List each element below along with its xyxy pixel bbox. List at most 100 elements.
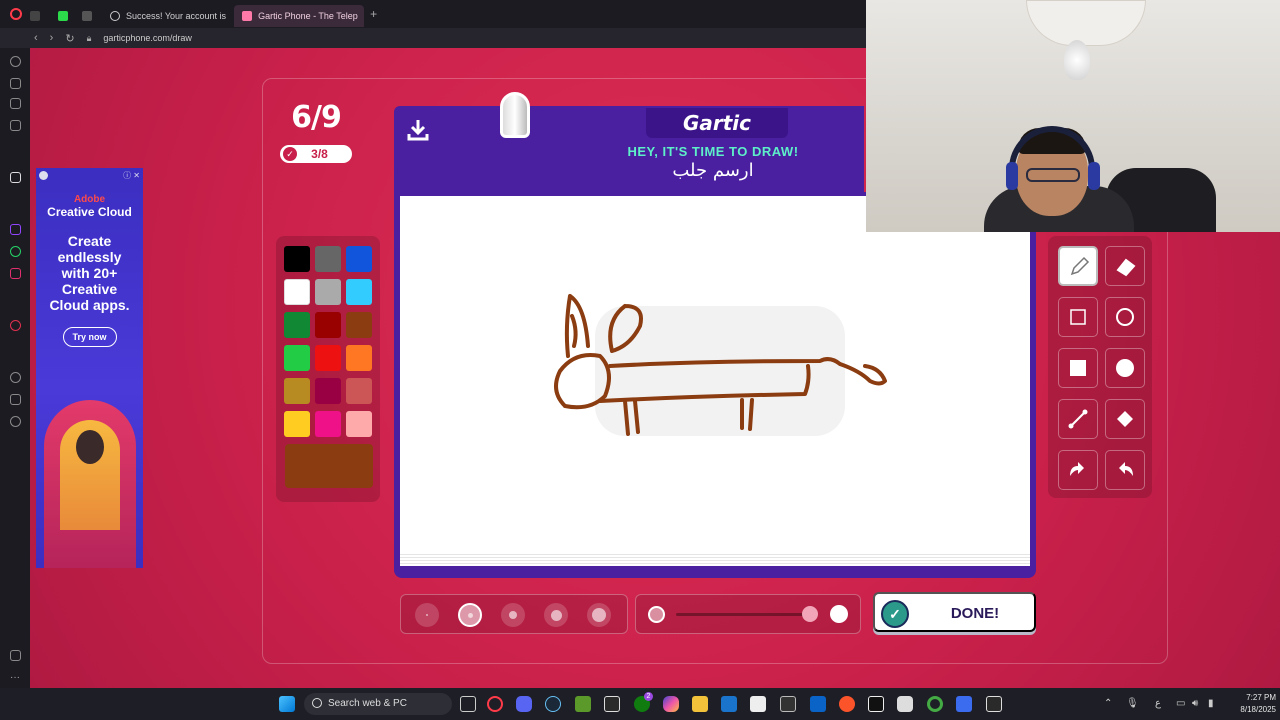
ad-cta-button[interactable]: Try now xyxy=(62,327,117,347)
unity-icon[interactable] xyxy=(780,696,796,712)
browser-sidebar: ··· xyxy=(0,48,30,688)
history-icon[interactable] xyxy=(10,372,21,383)
brush-size-option[interactable] xyxy=(587,603,611,627)
instagram-icon[interactable] xyxy=(10,268,21,279)
players-done-count: 3/8 xyxy=(311,147,328,161)
whatsapp-icon[interactable] xyxy=(10,246,21,257)
task-view-icon[interactable] xyxy=(460,696,476,712)
store-icon[interactable] xyxy=(750,696,766,712)
brush-size-option[interactable] xyxy=(544,603,568,627)
sidebar-stripes-icon[interactable] xyxy=(10,98,21,109)
network-icon[interactable]: ▭ xyxy=(1176,698,1185,709)
outlook-icon[interactable] xyxy=(810,696,826,712)
color-swatch[interactable] xyxy=(346,279,372,305)
volume-icon[interactable]: 🔊︎ xyxy=(1192,698,1198,709)
brush-size-option[interactable] xyxy=(415,603,439,627)
eraser-tool-button[interactable] xyxy=(1105,246,1145,286)
undo-tool-button[interactable] xyxy=(1058,450,1098,490)
tab-1[interactable] xyxy=(22,5,54,27)
redo-tool-button[interactable] xyxy=(1105,450,1145,490)
tab-favicon-icon xyxy=(58,10,68,21)
brave-icon[interactable] xyxy=(839,696,855,712)
player-icon[interactable] xyxy=(10,320,21,331)
download-icon[interactable] xyxy=(404,116,432,144)
discord-icon[interactable] xyxy=(516,696,532,712)
line-tool-button[interactable] xyxy=(1058,399,1098,439)
sidebar-bag-icon[interactable] xyxy=(10,78,21,89)
color-swatch[interactable] xyxy=(284,345,310,371)
minecraft-icon[interactable] xyxy=(575,696,591,712)
opera-logo-icon[interactable] xyxy=(10,8,22,20)
roblox-icon[interactable] xyxy=(956,696,972,712)
color-swatch[interactable] xyxy=(346,378,372,404)
gx-icon[interactable] xyxy=(10,650,21,661)
copilot-icon[interactable] xyxy=(663,696,679,712)
url-field[interactable]: garticphone.com/draw xyxy=(103,33,192,43)
color-swatch[interactable] xyxy=(315,246,341,272)
color-swatch[interactable] xyxy=(346,345,372,371)
taskbar-search[interactable]: Search web & PC xyxy=(304,693,452,715)
circle-outline-tool-button[interactable] xyxy=(1105,297,1145,337)
color-swatch[interactable] xyxy=(315,378,341,404)
sidebar-m-icon[interactable] xyxy=(10,120,21,131)
vscode-icon[interactable] xyxy=(721,696,737,712)
ad-choices-icon[interactable]: ⓘ ✕ xyxy=(123,170,140,181)
color-swatch[interactable] xyxy=(346,246,372,272)
tab-gartic[interactable]: Gartic Phone - The Telep xyxy=(234,4,365,27)
brush-size-option[interactable] xyxy=(458,603,482,627)
tab-2[interactable] xyxy=(54,5,78,27)
tab-success[interactable]: Success! Your account is xyxy=(102,5,234,27)
color-swatch[interactable] xyxy=(346,411,372,437)
color-swatch[interactable] xyxy=(315,312,341,338)
brush-size-option[interactable] xyxy=(501,603,525,627)
extensions-icon[interactable] xyxy=(10,394,21,405)
fill-tool-button[interactable] xyxy=(1105,399,1145,439)
epic-games-2-icon[interactable] xyxy=(986,696,1002,712)
sidebar-aria-icon[interactable] xyxy=(10,56,21,67)
color-swatch[interactable] xyxy=(284,411,310,437)
back-icon[interactable]: ‹ xyxy=(34,32,38,44)
color-swatch[interactable] xyxy=(284,378,310,404)
color-swatch[interactable] xyxy=(284,312,310,338)
tab-3[interactable] xyxy=(78,5,102,27)
color-swatch[interactable] xyxy=(346,312,372,338)
color-swatch[interactable] xyxy=(315,411,341,437)
settings-icon[interactable] xyxy=(10,416,21,427)
adobe-ad[interactable]: ⓘ ✕ Adobe Creative Cloud Create endlessl… xyxy=(36,168,143,568)
capcut-icon[interactable] xyxy=(868,696,884,712)
tray-chevron-icon[interactable]: ⌃ xyxy=(1104,698,1112,709)
steam-icon[interactable] xyxy=(545,696,561,712)
sidebar-arrow-icon[interactable] xyxy=(10,172,21,183)
file-explorer-icon[interactable] xyxy=(692,696,708,712)
epic-games-icon[interactable] xyxy=(604,696,620,712)
streamlabs-icon[interactable] xyxy=(897,696,913,712)
color-swatch[interactable] xyxy=(284,279,310,305)
color-swatch[interactable] xyxy=(315,279,341,305)
pencil-tool-button[interactable] xyxy=(1058,246,1098,286)
opacity-slider[interactable] xyxy=(635,594,861,634)
microphone-icon[interactable]: 🎙︎ xyxy=(1126,698,1139,709)
twitch-icon[interactable] xyxy=(10,224,21,235)
new-tab-button[interactable]: + xyxy=(370,7,377,21)
color-swatch[interactable] xyxy=(284,246,310,272)
opacity-track[interactable] xyxy=(676,613,816,616)
forward-icon[interactable]: › xyxy=(50,32,54,44)
done-button[interactable]: ✓ DONE! xyxy=(873,592,1036,632)
chrome-icon[interactable] xyxy=(927,696,943,712)
gartic-logo: Gartic xyxy=(646,108,788,138)
taskbar-clock[interactable]: 7:27 PM 8/18/2025 xyxy=(1222,692,1276,716)
circle-filled-tool-button[interactable] xyxy=(1105,348,1145,388)
windows-start-icon[interactable] xyxy=(279,696,295,712)
input-language[interactable]: ع xyxy=(1155,698,1161,709)
lock-icon: 🔒︎ xyxy=(86,32,92,43)
opacity-handle[interactable] xyxy=(802,606,818,622)
drawing-canvas[interactable] xyxy=(400,196,1030,556)
color-swatch[interactable] xyxy=(315,345,341,371)
ad-headline: Create endlessly with 20+ Creative Cloud… xyxy=(49,233,130,313)
rect-outline-tool-button[interactable] xyxy=(1058,297,1098,337)
battery-icon[interactable]: ▮ xyxy=(1208,698,1214,709)
more-icon[interactable]: ··· xyxy=(10,672,20,683)
rect-filled-tool-button[interactable] xyxy=(1058,348,1098,388)
opera-gx-taskbar-icon[interactable] xyxy=(487,696,503,712)
reload-icon[interactable]: ↻ xyxy=(65,32,74,45)
